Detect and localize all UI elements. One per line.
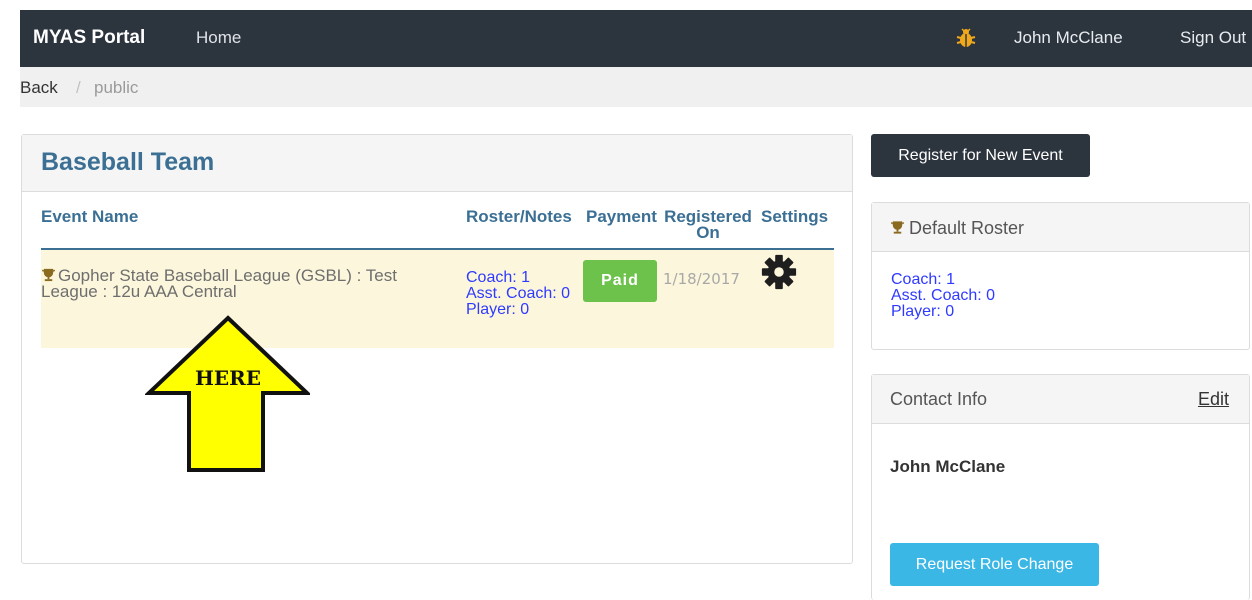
column-header-roster-notes: Roster/Notes xyxy=(466,207,572,226)
breadcrumb-current: public xyxy=(94,78,139,97)
default-roster-title: Default Roster xyxy=(909,218,1025,238)
contact-info-panel: Contact Info Edit John McClane Request R… xyxy=(871,374,1250,600)
arrow-shape xyxy=(145,315,310,472)
breadcrumb-back-link[interactable]: Back xyxy=(20,78,58,98)
contact-edit-link[interactable]: Edit xyxy=(1198,389,1229,410)
contact-info-header: Contact Info Edit xyxy=(872,375,1249,424)
column-header-registered-on: Registered On xyxy=(664,207,752,242)
column-header-payment: Payment xyxy=(586,207,657,226)
roster-player: Player: 0 xyxy=(466,301,530,318)
register-new-event-button[interactable]: Register for New Event xyxy=(871,134,1090,177)
gear-icon[interactable] xyxy=(760,253,798,291)
contact-info-title: Contact Info xyxy=(890,389,988,409)
breadcrumb: Back / public xyxy=(20,67,1252,107)
top-navbar: MYAS Portal Home John McClane Sign Out xyxy=(20,10,1252,67)
column-header-event-name: Event Name xyxy=(41,207,139,226)
arrow-label: HERE xyxy=(195,366,261,390)
trophy-icon xyxy=(890,221,905,234)
event-name-text: Gopher State Baseball League (GSBL) : Te… xyxy=(41,266,397,301)
default-roster-body[interactable]: Coach: 1 Asst. Coach: 0 Player: 0 xyxy=(891,272,995,320)
column-header-settings: Settings xyxy=(761,207,829,226)
default-roster-asst-coach: Asst. Coach: 0 xyxy=(891,287,996,304)
here-arrow-annotation: HERE xyxy=(145,315,310,472)
bug-icon[interactable] xyxy=(955,27,977,49)
team-panel-header: Baseball Team xyxy=(22,135,852,192)
team-title: Baseball Team xyxy=(41,148,215,176)
nav-home-link[interactable]: Home xyxy=(196,28,241,48)
brand-logo[interactable]: MYAS Portal xyxy=(33,27,145,49)
default-roster-coach: Coach: 1 xyxy=(891,271,956,288)
default-roster-header: Default Roster xyxy=(872,203,1249,252)
roster-coach: Coach: 1 xyxy=(466,269,531,286)
default-roster-title-wrap: Default Roster xyxy=(890,218,1024,239)
breadcrumb-separator: / xyxy=(76,78,81,97)
roster-asst-coach: Asst. Coach: 0 xyxy=(466,285,571,302)
roster-notes-cell[interactable]: Coach: 1 Asst. Coach: 0 Player: 0 xyxy=(466,270,581,318)
contact-name: John McClane xyxy=(890,457,1006,476)
paid-button[interactable]: Paid xyxy=(583,260,657,302)
request-role-change-button[interactable]: Request Role Change xyxy=(890,543,1099,586)
default-roster-panel: Default Roster Coach: 1 Asst. Coach: 0 P… xyxy=(871,202,1250,350)
nav-user-name[interactable]: John McClane xyxy=(1014,28,1123,48)
registered-on-date: 1/18/2017 xyxy=(663,270,740,288)
default-roster-player: Player: 0 xyxy=(891,303,955,320)
event-name-cell[interactable]: Gopher State Baseball League (GSBL) : Te… xyxy=(41,266,451,301)
sign-out-link[interactable]: Sign Out xyxy=(1180,28,1246,48)
trophy-icon xyxy=(41,268,56,282)
